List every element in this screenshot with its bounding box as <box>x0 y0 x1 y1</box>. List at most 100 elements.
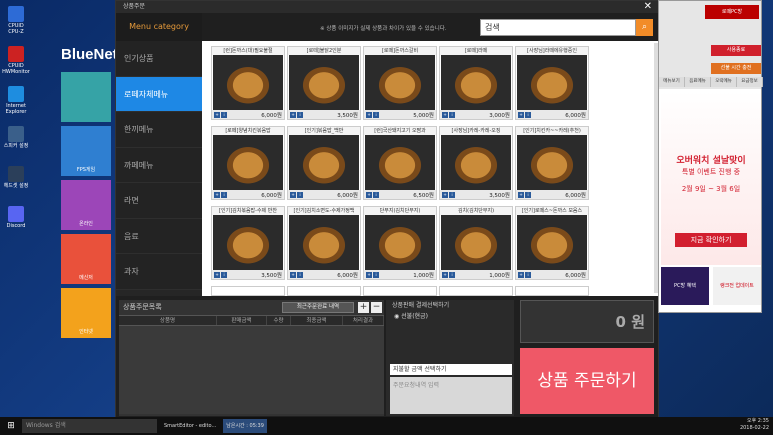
product-card[interactable]: [인기]로떼스~돈까스 모음스 + i 6,000원 <box>515 206 589 280</box>
windows-start-icon[interactable]: ⊞ <box>4 419 18 433</box>
plus-button[interactable]: + <box>358 302 369 313</box>
product-card-partial[interactable] <box>363 286 437 296</box>
sidebar-item-0[interactable]: 인기상품 <box>116 41 202 77</box>
product-image <box>365 55 435 110</box>
cpu-shortcut[interactable]: CPUID CPU-Z <box>2 6 30 35</box>
ad-rank-update[interactable]: 랭크전 업데이트 <box>713 267 761 305</box>
prepaid-charge-button[interactable]: 선불 시간 충전 <box>711 63 761 74</box>
product-card[interactable]: [로떼]라떼 + i 3,000원 <box>439 46 513 120</box>
tile-fps[interactable]: FPS게임 <box>61 126 111 176</box>
settings-shortcut[interactable]: 스피커 설정 <box>2 126 30 149</box>
add-icon[interactable]: + <box>442 191 448 198</box>
ie-shortcut[interactable]: Internet Explorer <box>2 86 30 115</box>
product-price: 6,000원 <box>337 272 358 279</box>
close-icon[interactable]: ✕ <box>644 1 652 13</box>
product-card[interactable]: [인기]김치볶음밥-수제 반찬 + i 3,500원 <box>211 206 285 280</box>
clock-time: 오후 2:35 <box>746 418 769 424</box>
product-card-partial[interactable] <box>287 286 361 296</box>
info-icon[interactable]: i <box>297 271 303 278</box>
add-icon[interactable]: + <box>518 111 524 118</box>
tile-messenger[interactable]: 메신저 <box>61 234 111 284</box>
tile-1[interactable] <box>61 72 111 122</box>
info-icon[interactable]: i <box>525 271 531 278</box>
add-icon[interactable]: + <box>214 271 220 278</box>
product-footer: + i 6,000원 <box>288 190 360 199</box>
add-icon[interactable]: + <box>366 271 372 278</box>
info-icon[interactable]: i <box>525 191 531 198</box>
ad-pc-benefit[interactable]: PC방 혜택 <box>661 267 709 305</box>
sidebar-item-6[interactable]: 과자 <box>116 254 202 290</box>
product-card[interactable]: [인기]김치소면도-수제가정백 + i 6,000원 <box>287 206 361 280</box>
info-icon[interactable]: i <box>449 111 455 118</box>
product-card[interactable]: [사장님]라떼에유행중인 + i 6,000원 <box>515 46 589 120</box>
product-card[interactable]: [로떼]양념치킨볶음밥 + i 6,000원 <box>211 126 285 200</box>
monitor-shortcut[interactable]: CPUID HWMonitor <box>2 46 30 75</box>
headset-shortcut[interactable]: 헤드셋 설정 <box>2 166 30 189</box>
sidebar-item-2[interactable]: 한끼메뉴 <box>116 112 202 148</box>
payment-option[interactable]: ◉ 선불(현금) <box>386 312 514 322</box>
info-icon[interactable]: i <box>221 271 227 278</box>
product-price: 3,000원 <box>489 112 510 119</box>
info-icon[interactable]: i <box>373 271 379 278</box>
discord-shortcut[interactable]: Discord <box>2 206 30 229</box>
minus-button[interactable]: − <box>371 302 382 313</box>
place-order-button[interactable]: 상품 주문하기 <box>520 348 654 414</box>
tab-rates[interactable]: 요금정보 <box>737 77 763 87</box>
tile-online[interactable]: 온라인 <box>61 180 111 230</box>
info-icon[interactable]: i <box>373 191 379 198</box>
info-icon[interactable]: i <box>373 111 379 118</box>
info-icon[interactable]: i <box>449 191 455 198</box>
add-icon[interactable]: + <box>290 271 296 278</box>
product-card-partial[interactable] <box>515 286 589 296</box>
tile-internet[interactable]: 인터넷 <box>61 288 111 338</box>
info-icon[interactable]: i <box>525 111 531 118</box>
product-card[interactable]: 김치(김치단무지) + i 1,000원 <box>439 206 513 280</box>
info-icon[interactable]: i <box>449 271 455 278</box>
end-session-button[interactable]: 사용종료 <box>711 45 761 56</box>
info-icon[interactable]: i <box>297 191 303 198</box>
product-card[interactable]: 단무지(김치단무지) + i 1,000원 <box>363 206 437 280</box>
sidebar-item-5[interactable]: 음료 <box>116 218 202 254</box>
tab-menu[interactable]: 메뉴보기 <box>659 77 685 87</box>
product-card-partial[interactable] <box>211 286 285 296</box>
event-banner[interactable]: 오버워치 설날맞이 특별 이벤트 진행 중 2월 9일 ~ 3월 6일 지금 확… <box>661 91 761 265</box>
product-price: 3,500원 <box>489 192 510 199</box>
tab-games[interactable]: 오락메뉴 <box>711 77 737 87</box>
memo-input[interactable]: 주문요청내역 입력 <box>390 377 512 414</box>
amount-select[interactable]: 지불할 금액 선택하기 <box>390 364 512 375</box>
add-icon[interactable]: + <box>442 271 448 278</box>
add-icon[interactable]: + <box>290 191 296 198</box>
add-icon[interactable]: + <box>366 111 372 118</box>
product-footer: + i 6,000원 <box>212 190 284 199</box>
sidebar-item-1[interactable]: 로떼자체메뉴 <box>116 76 202 112</box>
add-icon[interactable]: + <box>518 271 524 278</box>
product-card-partial[interactable] <box>439 286 513 296</box>
sidebar-item-3[interactable]: 까페메뉴 <box>116 147 202 183</box>
product-card[interactable]: [인기]볶음밥_백반 + i 6,000원 <box>287 126 361 200</box>
taskbar-app-editor[interactable]: SmartEditor - edito... <box>161 419 219 433</box>
add-icon[interactable]: + <box>214 111 220 118</box>
sidebar-item-4[interactable]: 라면 <box>116 183 202 219</box>
add-icon[interactable]: + <box>290 111 296 118</box>
search-input[interactable]: 검색 <box>480 19 636 36</box>
add-icon[interactable]: + <box>518 191 524 198</box>
product-card[interactable]: [사장님]카레-카레-오징 + i 3,500원 <box>439 126 513 200</box>
product-card[interactable]: [로떼]불닭2인분 + i 3,500원 <box>287 46 361 120</box>
recent-orders-button[interactable]: 최근주문완료 내역 <box>282 302 354 313</box>
add-icon[interactable]: + <box>366 191 372 198</box>
info-icon[interactable]: i <box>221 191 227 198</box>
search-icon[interactable]: ⌕ <box>636 19 653 36</box>
product-card[interactable]: [인기]치킨카~~카레(추천) + i 6,000원 <box>515 126 589 200</box>
banner-date: 2월 9일 ~ 3월 6일 <box>681 185 741 193</box>
info-icon[interactable]: i <box>297 111 303 118</box>
taskbar-search[interactable]: Windows 검색 <box>22 419 157 433</box>
banner-cta[interactable]: 지금 확인하기 <box>675 233 747 247</box>
tab-drinks[interactable]: 음료메뉴 <box>685 77 711 87</box>
add-icon[interactable]: + <box>214 191 220 198</box>
product-card[interactable]: [런]국산돼지고기 오짬과 + i 6,500원 <box>363 126 437 200</box>
info-icon[interactable]: i <box>221 111 227 118</box>
product-card[interactable]: [런]돈까스(대)필요불절 + i 6,000원 <box>211 46 285 120</box>
taskbar-app-timer[interactable]: 남은시간 : 05:39 <box>223 419 267 433</box>
add-icon[interactable]: + <box>442 111 448 118</box>
product-card[interactable]: [로떼]돈까스갈비 + i 5,000원 <box>363 46 437 120</box>
